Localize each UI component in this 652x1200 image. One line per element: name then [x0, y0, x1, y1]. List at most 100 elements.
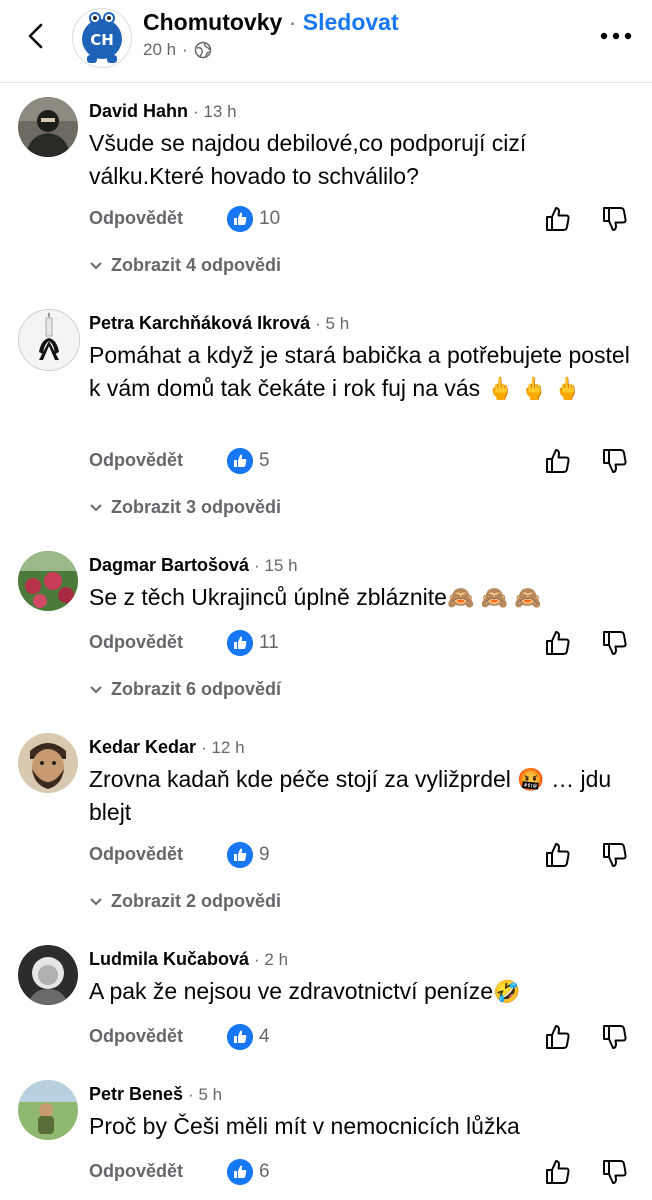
comment-text-body: Zrovna kadaň kde péče stojí za vyližprde… [89, 766, 511, 792]
avatar-outdoor-image [18, 1080, 78, 1140]
avatar-candle-ribbon-image [19, 310, 79, 370]
back-chevron-icon[interactable] [22, 22, 50, 50]
page-name-link[interactable]: Chomutovky [143, 9, 282, 35]
thumbs-up-icon[interactable] [543, 1022, 573, 1052]
avatar[interactable] [18, 97, 78, 157]
page-title: Chomutovky · Sledovat [143, 9, 399, 36]
like-count: 11 [259, 632, 279, 653]
show-replies-label: Zobrazit 3 odpovědi [111, 497, 282, 517]
thumbs-up-icon[interactable] [543, 840, 573, 870]
avatar-woman-bw-image [18, 945, 78, 1005]
comment-time: · 5 h [315, 314, 350, 333]
follow-button[interactable]: Sledovat [303, 9, 399, 35]
show-replies-link[interactable]: Zobrazit 4 odpovědi [89, 255, 281, 276]
avatar[interactable] [18, 945, 78, 1005]
reply-button[interactable]: Odpovědět [89, 1161, 183, 1182]
svg-text:CH: CH [90, 31, 114, 49]
comment-actions: Odpovědět 4 [89, 1022, 639, 1052]
comment-author[interactable]: Ludmila Kučabová · 2 h [89, 949, 288, 970]
post-time: 20 h [143, 40, 177, 59]
reply-button[interactable]: Odpovědět [89, 450, 183, 471]
comment-time: · 13 h [193, 102, 237, 121]
thumbs-down-icon[interactable] [600, 1157, 630, 1187]
like-badge-icon [227, 1024, 253, 1050]
comment-time: · 2 h [254, 950, 289, 969]
comment-actions: Odpovědět 11 [89, 628, 639, 658]
reply-button[interactable]: Odpovědět [89, 632, 183, 653]
comment-text-body: A pak že nejsou ve zdravotnictví peníze [89, 978, 494, 1004]
comment-author[interactable]: Kedar Kedar · 12 h [89, 737, 245, 758]
comment-text-body: Se z těch Ukrajinců úplně zbláznite [89, 584, 447, 610]
thumbs-up-icon[interactable] [543, 628, 573, 658]
like-badge-icon [227, 842, 253, 868]
ellipsis-icon[interactable] [598, 28, 634, 44]
globe-icon [194, 41, 212, 59]
show-replies-label: Zobrazit 4 odpovědi [111, 255, 282, 275]
comment-text: Všude se najdou debilové,co podporují ci… [89, 130, 527, 189]
comment-actions: Odpovědět 9 [89, 840, 639, 870]
like-count: 4 [259, 1026, 270, 1047]
rolling-laughing-emoji: 🤣 [493, 979, 521, 1004]
comment-actions: Odpovědět 5 [89, 446, 639, 476]
author-name[interactable]: Petr Beneš [89, 1084, 183, 1104]
author-name[interactable]: Ludmila Kučabová [89, 949, 249, 969]
avatar[interactable] [18, 733, 78, 793]
avatar[interactable] [18, 551, 78, 611]
comment-time: · 5 h [188, 1085, 223, 1104]
reply-button[interactable]: Odpovědět [89, 208, 183, 229]
like-badge-icon [227, 1159, 253, 1185]
show-replies-link[interactable]: Zobrazit 3 odpovědi [89, 497, 281, 518]
thumbs-down-icon[interactable] [600, 628, 630, 658]
like-count: 9 [259, 844, 270, 865]
avatar-flowers-image [18, 551, 78, 611]
post-meta: 20 h · [143, 40, 212, 60]
page-avatar[interactable]: CH [72, 8, 132, 68]
author-name[interactable]: Petra Karchňáková Ikrová [89, 313, 310, 333]
comment-author[interactable]: Petr Beneš · 5 h [89, 1084, 222, 1105]
title-separator: · [288, 9, 297, 35]
thumbs-down-icon[interactable] [600, 446, 630, 476]
author-name[interactable]: David Hahn [89, 101, 188, 121]
post-header: CH Chomutovky · Sledovat 20 h · [0, 0, 652, 83]
thumbs-down-icon[interactable] [600, 840, 630, 870]
chevron-down-icon [90, 503, 102, 511]
show-replies-label: Zobrazit 6 odpovědí [111, 679, 282, 699]
show-replies-label: Zobrazit 2 odpovědi [111, 891, 282, 911]
like-count: 10 [259, 208, 281, 229]
thumbs-down-icon[interactable] [600, 204, 630, 234]
like-count: 5 [259, 450, 270, 471]
see-no-evil-monkey-emoji: 🙈 🙈 🙈 [446, 585, 542, 610]
comment-actions: Odpovědět 10 [89, 204, 639, 234]
comment-text: A pak že nejsou ve zdravotnictví peníze🤣 [89, 975, 634, 1008]
chevron-down-icon [90, 261, 102, 269]
comment-actions: Odpovědět 6 [89, 1157, 639, 1187]
avatar-masked-person-image [18, 97, 78, 157]
reply-button[interactable]: Odpovědět [89, 844, 183, 865]
chevron-down-icon [90, 897, 102, 905]
comment-text: Zrovna kadaň kde péče stojí za vyližprde… [89, 763, 634, 829]
comment-author[interactable]: David Hahn · 13 h [89, 101, 237, 122]
like-badge-icon [227, 448, 253, 474]
avatar-cartoon-man-image [18, 733, 78, 793]
thumbs-up-icon[interactable] [543, 446, 573, 476]
comment-author[interactable]: Petra Karchňáková Ikrová · 5 h [89, 313, 349, 334]
page-logo-icon: CH [82, 12, 122, 63]
thumbs-up-icon[interactable] [543, 1157, 573, 1187]
reply-button[interactable]: Odpovědět [89, 1026, 183, 1047]
thumbs-up-icon[interactable] [543, 204, 573, 234]
meta-separator: · [182, 40, 188, 59]
thumbs-down-icon[interactable] [600, 1022, 630, 1052]
comment-author[interactable]: Dagmar Bartošová · 15 h [89, 555, 298, 576]
author-name[interactable]: Dagmar Bartošová [89, 555, 249, 575]
avatar[interactable] [18, 309, 80, 371]
like-badge-icon [227, 206, 253, 232]
author-name[interactable]: Kedar Kedar [89, 737, 196, 757]
avatar[interactable] [18, 1080, 78, 1140]
like-badge-icon [227, 630, 253, 656]
comment-text: Proč by Češi měli mít v nemocnicích lůžk… [89, 1113, 520, 1139]
like-count: 6 [259, 1161, 270, 1182]
show-replies-link[interactable]: Zobrazit 2 odpovědi [89, 891, 281, 912]
show-replies-link[interactable]: Zobrazit 6 odpovědí [89, 679, 281, 700]
comment-text: Pomáhat a když je stará babička a potřeb… [89, 339, 634, 405]
middle-finger-emoji: 🖕 🖕 🖕 [486, 376, 581, 401]
